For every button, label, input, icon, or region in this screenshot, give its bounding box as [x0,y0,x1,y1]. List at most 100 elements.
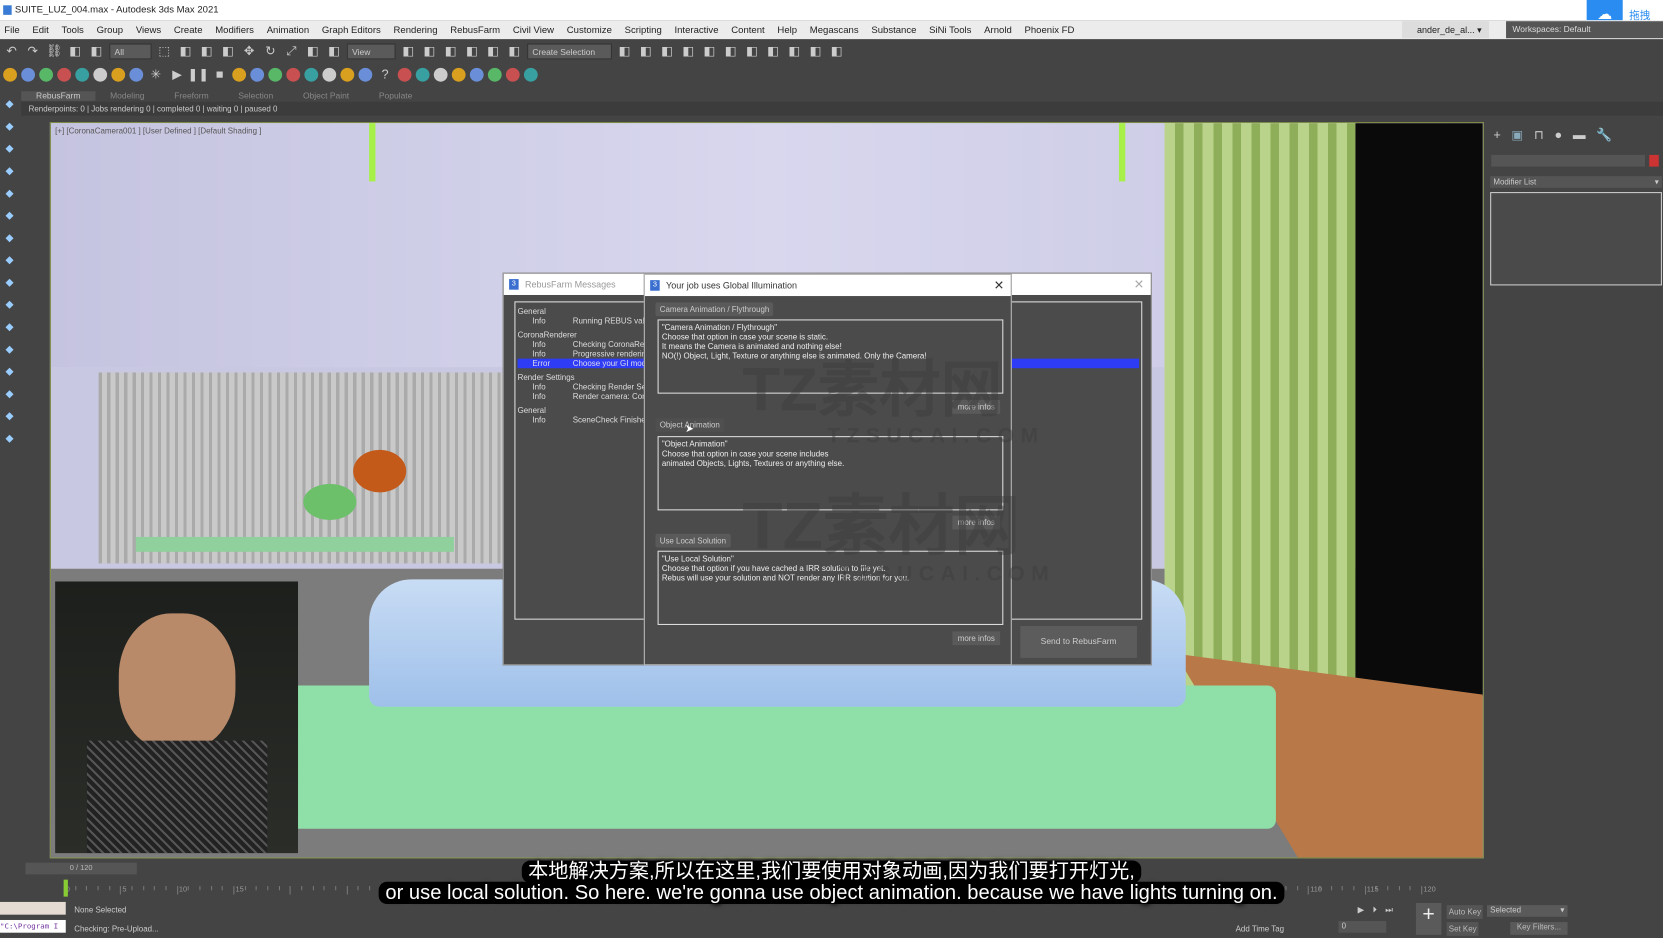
mirror-icon[interactable]: ◧ [616,42,633,59]
set-key-button[interactable]: Set Key [1446,922,1479,936]
rebus-icon[interactable] [3,67,17,82]
menu-modifiers[interactable]: Modifiers [211,24,262,35]
menu-substance[interactable]: Substance [867,24,925,35]
menu-help[interactable]: Help [773,24,805,35]
help-icon[interactable]: ? [377,66,394,83]
fire-icon[interactable] [268,67,283,82]
viewport-tool-icon[interactable]: ◆ [3,433,16,446]
cube-icon[interactable] [21,67,35,82]
percent-snap-icon[interactable]: ◧ [463,42,480,59]
menu-arnold[interactable]: Arnold [980,24,1020,35]
named-selection-dropdown[interactable]: Create Selection Se [527,42,612,73]
object-color-swatch[interactable] [1649,154,1659,167]
pivot-icon[interactable]: ◧ [326,42,343,59]
viewport-tool-icon[interactable]: ◆ [3,188,16,201]
hierarchy-tab-icon[interactable]: ⊓ [1534,127,1544,142]
key-filters-button[interactable]: Key Filters... [1510,922,1568,935]
teapot-icon[interactable]: ◧ [828,42,845,59]
menu-tools[interactable]: Tools [57,24,92,35]
unlink-icon[interactable]: ◧ [67,42,84,59]
trash-icon[interactable] [232,67,247,82]
close-icon[interactable]: ✕ [994,275,1005,296]
current-frame-field[interactable]: 0 [1338,921,1387,933]
select-by-name-icon[interactable]: ◧ [177,42,194,59]
goto-end-icon[interactable]: ⏭ [1385,905,1393,916]
set-key-plus-button[interactable]: + [1415,902,1442,935]
menu-views[interactable]: Views [132,24,170,35]
layers-icon[interactable]: ◧ [659,42,676,59]
motion-tab-icon[interactable]: ● [1555,127,1563,142]
camera-icon[interactable] [340,67,355,82]
ribbon-tab-object-paint[interactable]: Object Paint [288,91,364,101]
menu-customize[interactable]: Customize [563,24,621,35]
frame-window-icon[interactable]: ◧ [786,42,803,59]
ribbon-tab-freeform[interactable]: Freeform [159,91,223,101]
menu-file[interactable]: File [0,24,28,35]
spinner-snap-icon[interactable]: ◧ [485,42,502,59]
display-tab-icon[interactable]: ▬ [1573,127,1586,142]
ribbon-tab-selection[interactable]: Selection [223,91,288,101]
menu-group[interactable]: Group [92,24,131,35]
box-icon[interactable] [433,67,448,82]
modifier-list-dropdown[interactable]: Modifier List ▾ [1490,176,1662,188]
maxscript-input[interactable]: "C:\Program I [0,919,66,933]
arrows-icon[interactable] [111,67,126,82]
teapot-icon[interactable] [397,67,412,82]
auto-key-button[interactable]: Auto Key [1446,905,1484,919]
menu-graph-editors[interactable]: Graph Editors [318,24,390,35]
cone-icon[interactable] [487,67,502,82]
menu-scripting[interactable]: Scripting [620,24,670,35]
menu-phoenix-fd[interactable]: Phoenix FD [1020,24,1083,35]
fire-icon[interactable] [304,67,319,82]
menu-interactive[interactable]: Interactive [670,24,727,35]
more-infos-button[interactable]: more infos [952,400,1001,414]
render-icon[interactable]: ◧ [807,42,824,59]
key-mode-dropdown[interactable]: Selected ▾ [1486,905,1568,917]
ribbon-tab-populate[interactable]: Populate [364,91,427,101]
menu-rendering[interactable]: Rendering [389,24,446,35]
ball-icon[interactable] [505,67,520,82]
star-icon[interactable]: ✳ [147,66,164,83]
align-icon[interactable]: ◧ [637,42,654,59]
target-icon[interactable] [93,67,108,82]
more-infos-button[interactable]: more infos [952,515,1001,530]
graph-icon[interactable]: ◧ [701,42,718,59]
modify-tab-icon[interactable]: ▣ [1511,127,1523,142]
fire-icon[interactable] [250,67,265,82]
viewport-tool-icon[interactable]: ◆ [3,166,16,179]
bind-icon[interactable]: ◧ [88,42,105,59]
viewport-tool-icon[interactable]: ◆ [3,210,16,223]
settings-icon[interactable] [523,67,538,82]
render-setup-icon[interactable]: ◧ [765,42,782,59]
viewport-tool-icon[interactable]: ◆ [3,277,16,290]
menu-megascans[interactable]: Megascans [806,24,868,35]
close-icon[interactable]: ✕ [1134,274,1145,295]
sphere-icon[interactable] [39,67,54,82]
viewport-tool-icon[interactable]: ◆ [3,344,16,357]
light-icon[interactable] [322,67,337,82]
globe-icon[interactable] [57,67,72,82]
play-icon[interactable]: ▶ [1358,905,1365,916]
send-to-rebusfarm-button[interactable]: Send to RebusFarm [1020,626,1137,658]
play-icon[interactable]: ▶ [169,66,186,83]
schematic-icon[interactable]: ◧ [722,42,739,59]
viewport-tool-icon[interactable]: ◆ [3,299,16,312]
reference-coordinate-dropdown[interactable]: View [346,42,396,59]
scale-icon[interactable]: ⤢ [283,42,300,59]
viewport-tool-icon[interactable]: ◆ [3,366,16,379]
reference-icon[interactable]: ◧ [304,42,321,59]
viewport-tool-icon[interactable]: ◆ [3,322,16,335]
menu-sini-tools[interactable]: SiNi Tools [925,24,980,35]
rotate-icon[interactable]: ↻ [262,42,279,59]
redo-icon[interactable]: ↷ [24,42,41,59]
camera-animation-button[interactable]: Camera Animation / Flythrough [655,302,774,317]
workspace-selector[interactable]: Workspaces: Default [1506,21,1663,39]
ribbon-tab-modeling[interactable]: Modeling [95,91,159,101]
viewport-label[interactable]: [+] [CoronaCamera001 ] [User Defined ] [… [55,126,261,136]
utilities-tab-icon[interactable]: 🔧 [1596,127,1612,142]
snap-icon[interactable]: ◧ [421,42,438,59]
add-time-tag-button[interactable]: Add Time Tag [1236,924,1285,934]
ribbon-tab-rebusfarm[interactable]: RebusFarm [21,90,96,101]
more-infos-button[interactable]: more infos [952,631,1001,646]
torus-icon[interactable] [75,67,90,82]
